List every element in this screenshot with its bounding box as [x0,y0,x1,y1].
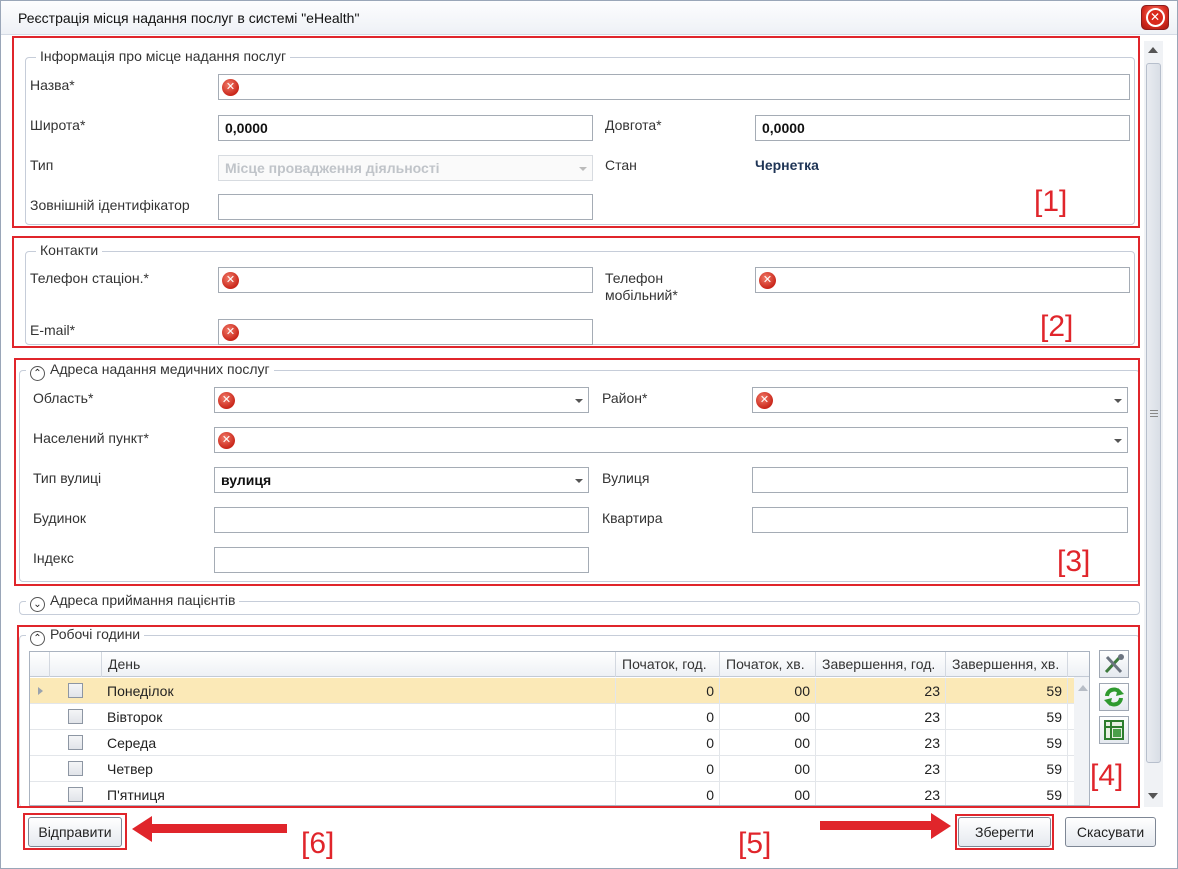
annotation-box-4 [17,625,1140,808]
expand-icon[interactable]: ⌄ [30,597,45,612]
annotation-label-1: [1] [1034,185,1068,218]
arrow-right-shaft [820,821,932,830]
scrollbar-thumb[interactable] [1146,63,1161,763]
close-icon: ✕ [1145,8,1165,27]
registration-dialog: Реєстрація місця надання послуг в систем… [0,0,1178,869]
grip-icon [1150,410,1158,417]
patients-address-section: ⌄ Адреса приймання пацієнтів [19,592,1140,615]
arrow-right-icon [931,813,951,839]
arrow-left-shaft [151,824,287,833]
annotation-label-5: [5] [738,827,772,860]
cancel-button[interactable]: Скасувати [1065,817,1156,847]
patients-address-title: Адреса приймання пацієнтів [50,592,236,608]
annotation-box-6 [23,813,127,850]
scroll-down-icon[interactable] [1148,793,1158,799]
annotation-label-6: [6] [301,827,335,860]
patients-address-legend: ⌄ Адреса приймання пацієнтів [26,592,240,612]
annotation-label-2: [2] [1040,310,1074,343]
annotation-box-2 [12,236,1140,348]
main-scrollbar[interactable] [1144,41,1163,807]
annotation-box-1 [12,36,1140,228]
title-bar: Реєстрація місця надання послуг в систем… [1,1,1177,35]
arrow-left-icon [132,816,152,842]
annotation-label-4: [4] [1090,759,1124,792]
close-button[interactable]: ✕ [1141,5,1169,30]
annotation-box-5 [955,814,1054,850]
window-title: Реєстрація місця надання послуг в систем… [18,10,360,26]
annotation-box-3 [14,358,1140,586]
scroll-up-icon[interactable] [1148,47,1158,53]
annotation-label-3: [3] [1057,545,1091,578]
